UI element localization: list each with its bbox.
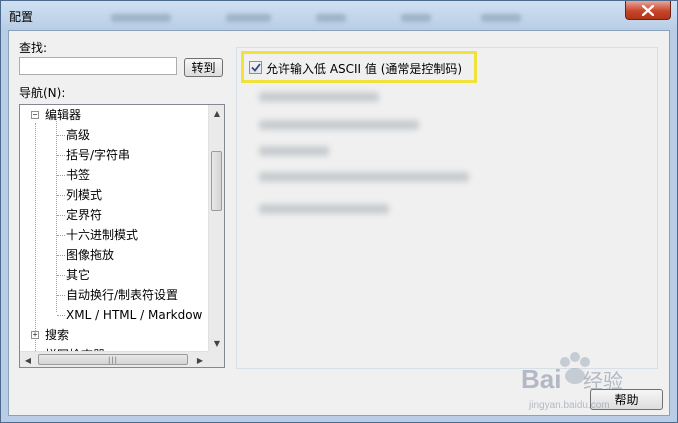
- tree-item-label: 编辑器: [45, 108, 82, 122]
- nav-label: 导航(N):: [19, 86, 66, 100]
- tree-item-label: 十六进制模式: [66, 228, 139, 242]
- tree-connector: [57, 255, 65, 256]
- tree-connector: [57, 275, 65, 276]
- settings-panel: [236, 47, 658, 369]
- blurred-option: [259, 172, 469, 182]
- tree-connector: [57, 295, 65, 296]
- tree-connector: [57, 235, 65, 236]
- help-button[interactable]: 帮助: [590, 389, 663, 410]
- blurred-option: [259, 120, 419, 130]
- tree-connector: [57, 195, 65, 196]
- scrollbar-corner: [208, 351, 224, 367]
- collapse-icon[interactable]: −: [31, 111, 39, 119]
- blurred-tab-strip: [111, 14, 591, 24]
- scroll-down-icon[interactable]: ▼: [209, 335, 224, 351]
- window-title: 配置: [9, 10, 34, 24]
- tree-connector: [57, 315, 65, 316]
- nav-tree[interactable]: − 编辑器高级括号/字符串 书签列模式定界符十六进制模式 图像拖放其它自动换行/制表符…: [19, 104, 225, 368]
- title-bar[interactable]: 配置: [1, 1, 677, 29]
- tree-item-label: 搜索: [45, 328, 70, 342]
- dialog-body: 查找: 转到 导航(N): − 编辑器高级括号/字符串 书签列模式定界符十六进制模式…: [8, 30, 670, 416]
- tree-item-label: 括号/字符串: [66, 148, 131, 162]
- blurred-option: [259, 204, 389, 214]
- checkmark-icon: [250, 63, 261, 72]
- close-button[interactable]: [625, 1, 671, 20]
- horizontal-scroll-thumb[interactable]: |||: [38, 354, 188, 365]
- blurred-option: [259, 146, 329, 156]
- tree-connector: [57, 215, 65, 216]
- tree-item-label: 图像拖放: [66, 248, 115, 262]
- tree-item-label: 定界符: [66, 208, 103, 222]
- find-input[interactable]: [19, 57, 177, 75]
- blurred-option: [259, 92, 379, 102]
- tree-item-label: 自动换行/制表符设置: [66, 288, 179, 302]
- tree-connector: [57, 155, 65, 156]
- tree-item-label: 列模式: [66, 188, 103, 202]
- tree-item-label: 其它: [66, 268, 91, 282]
- tree-item-label: XML / HTML / Markdow: [66, 308, 203, 322]
- low-ascii-checkbox[interactable]: [249, 61, 262, 74]
- config-dialog: 配置 查找: 转到 导航(N): − 编辑器高级括号/字符串 书签列模式定界符十六进…: [0, 0, 678, 423]
- tree-connector: [57, 175, 65, 176]
- scroll-right-icon[interactable]: ▶: [192, 352, 208, 367]
- scroll-up-icon[interactable]: ▲: [209, 105, 224, 121]
- tree-horizontal-scrollbar[interactable]: ◀ ||| ▶: [20, 351, 224, 367]
- find-label: 查找:: [19, 41, 48, 55]
- vertical-scroll-thumb[interactable]: [211, 151, 222, 211]
- goto-button[interactable]: 转到: [184, 58, 223, 77]
- scroll-left-icon[interactable]: ◀: [20, 352, 36, 367]
- tree-connector: [57, 135, 65, 136]
- tree-item-label: 书签: [66, 168, 91, 182]
- tree-vertical-scrollbar[interactable]: ▲ ▼: [208, 105, 224, 351]
- tree-guide-root: [35, 123, 36, 353]
- close-icon: [642, 4, 654, 16]
- expand-icon[interactable]: +: [31, 331, 39, 339]
- tree-item-label: 高级: [66, 128, 91, 142]
- low-ascii-label[interactable]: 允许输入低 ASCII 值 (通常是控制码): [266, 60, 462, 77]
